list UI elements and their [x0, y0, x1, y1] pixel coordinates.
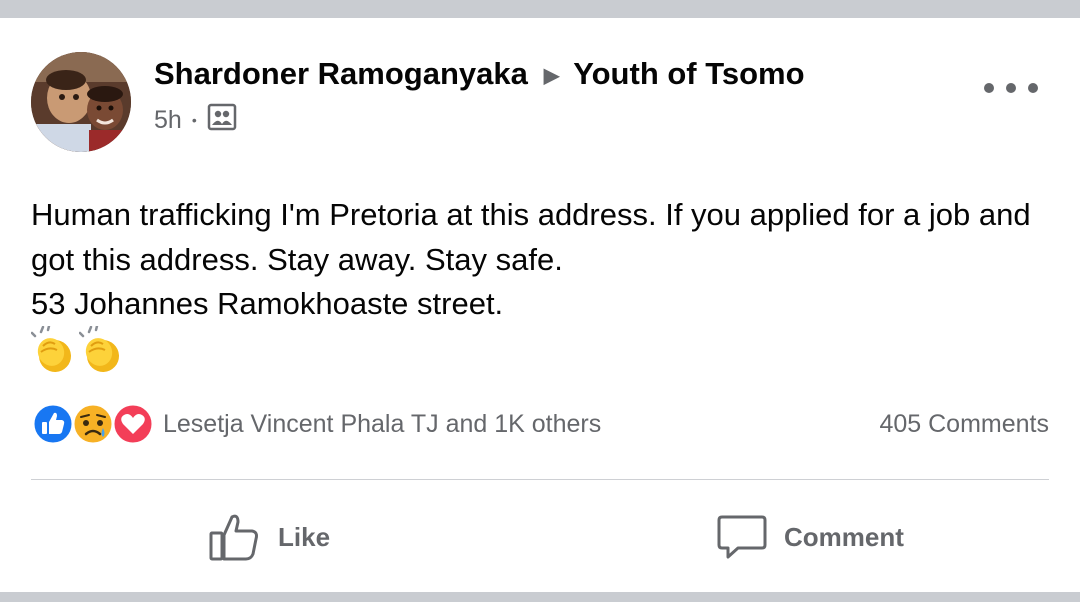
author-avatar[interactable]: [31, 52, 131, 152]
more-options-button[interactable]: [984, 74, 1038, 102]
comment-bubble-icon: [717, 515, 767, 559]
reactions-summary[interactable]: Lesetja Vincent Phala TJ and 1K others: [31, 402, 601, 446]
reaction-icons: [31, 402, 155, 446]
reactors-text[interactable]: Lesetja Vincent Phala TJ and 1K others: [163, 410, 601, 439]
clapping-hands-emoji: [30, 324, 75, 378]
more-dot: [1028, 83, 1038, 93]
thumbs-up-icon: [209, 514, 258, 561]
more-dot: [1006, 83, 1016, 93]
actions-divider: [31, 479, 1049, 480]
post-text-paragraph: Human trafficking I'm Pretoria at this a…: [31, 197, 1031, 277]
post-header-title: Shardoner Ramoganyaka ▶ Youth of Tsomo: [154, 54, 805, 94]
comment-label: Comment: [784, 521, 904, 552]
group-name[interactable]: Youth of Tsomo: [573, 56, 804, 92]
post-meta: 5h •: [154, 103, 237, 137]
comment-button[interactable]: Comment: [716, 508, 904, 566]
post-text-address: 53 Johannes Ramokhoaste street.: [31, 286, 504, 321]
bottom-separator: [0, 592, 1080, 602]
like-label: Like: [278, 521, 331, 552]
meta-separator: •: [191, 112, 197, 128]
post-card: Shardoner Ramoganyaka ▶ Youth of Tsomo 5…: [0, 18, 1080, 592]
top-separator: [0, 0, 1080, 18]
shared-to-arrow-icon: ▶: [543, 64, 560, 87]
love-reaction-icon: [111, 402, 155, 446]
post-emojis: [30, 324, 123, 378]
clapping-hands-emoji: [78, 324, 123, 378]
group-audience-icon: [207, 102, 237, 139]
post-timestamp[interactable]: 5h: [154, 106, 182, 135]
like-button[interactable]: Like: [208, 508, 330, 566]
author-name[interactable]: Shardoner Ramoganyaka: [154, 56, 528, 92]
more-dot: [984, 83, 994, 93]
post-text: Human trafficking I'm Pretoria at this a…: [31, 193, 1061, 327]
sad-reaction-icon: [71, 402, 115, 446]
comments-count[interactable]: 405 Comments: [879, 410, 1049, 439]
like-reaction-icon: [31, 402, 75, 446]
